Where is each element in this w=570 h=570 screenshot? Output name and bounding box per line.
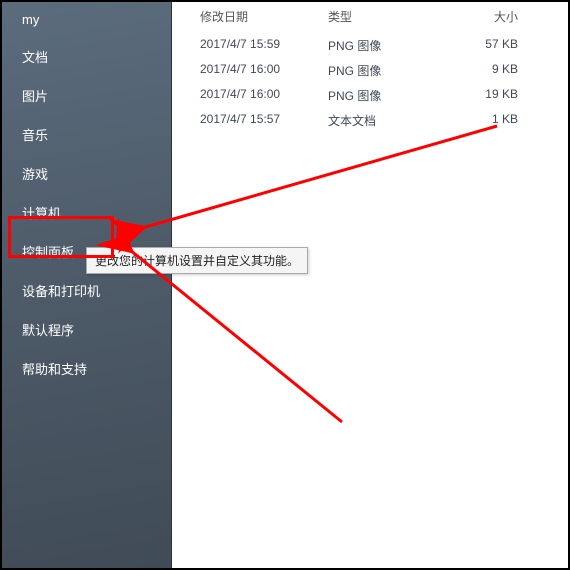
sidebar-item-games[interactable]: 游戏 [2, 154, 171, 193]
file-date: 2017/4/7 15:57 [200, 112, 328, 129]
sidebar-item-my[interactable]: my [2, 2, 171, 37]
file-row[interactable]: 2017/4/7 15:59PNG 图像57 KB [172, 33, 568, 58]
file-row[interactable]: 2017/4/7 16:00PNG 图像9 KB [172, 58, 568, 83]
file-date: 2017/4/7 16:00 [200, 87, 328, 104]
column-header-size[interactable]: 大小 [434, 8, 524, 25]
file-date: 2017/4/7 15:59 [200, 37, 328, 54]
column-header-date[interactable]: 修改日期 [200, 8, 328, 25]
sidebar-item-label: 音乐 [22, 128, 48, 143]
sidebar-item-help-support[interactable]: 帮助和支持 [2, 349, 171, 388]
file-type: PNG 图像 [328, 87, 434, 104]
sidebar-item-label: 文档 [22, 50, 48, 65]
file-type: PNG 图像 [328, 37, 434, 54]
sidebar-item-label: 图片 [22, 89, 48, 104]
sidebar-item-pictures[interactable]: 图片 [2, 76, 171, 115]
sidebar-item-label: 帮助和支持 [22, 362, 87, 377]
tooltip: 更改您的计算机设置并自定义其功能。 [86, 247, 308, 274]
sidebar-item-label: 默认程序 [22, 323, 74, 338]
file-size: 19 KB [434, 87, 524, 104]
sidebar-item-devices-printers[interactable]: 设备和打印机 [2, 271, 171, 310]
sidebar-item-default-programs[interactable]: 默认程序 [2, 310, 171, 349]
sidebar-item-label: 控制面板 [22, 245, 74, 260]
window-frame: my 文档 图片 音乐 游戏 计算机 控制面板 设备和打印机 默认程序 帮助和支… [0, 0, 570, 570]
file-size: 1 KB [434, 112, 524, 129]
sidebar-item-music[interactable]: 音乐 [2, 115, 171, 154]
file-size: 9 KB [434, 62, 524, 79]
sidebar-item-computer[interactable]: 计算机 [2, 193, 171, 232]
column-header-type[interactable]: 类型 [328, 8, 434, 25]
file-row[interactable]: 2017/4/7 15:57文本文档1 KB [172, 108, 568, 133]
sidebar-item-label: 计算机 [22, 206, 61, 221]
start-menu-sidebar: my 文档 图片 音乐 游戏 计算机 控制面板 设备和打印机 默认程序 帮助和支… [2, 2, 172, 568]
sidebar-item-label: 游戏 [22, 167, 48, 182]
column-header-row: 修改日期 类型 大小 [172, 2, 568, 33]
file-list-pane: 修改日期 类型 大小 2017/4/7 15:59PNG 图像57 KB2017… [172, 2, 568, 568]
file-row[interactable]: 2017/4/7 16:00PNG 图像19 KB [172, 83, 568, 108]
sidebar-item-label: 设备和打印机 [22, 284, 100, 299]
file-size: 57 KB [434, 37, 524, 54]
sidebar-item-label: my [22, 12, 39, 27]
sidebar-item-documents[interactable]: 文档 [2, 37, 171, 76]
file-type: 文本文档 [328, 112, 434, 129]
file-type: PNG 图像 [328, 62, 434, 79]
file-date: 2017/4/7 16:00 [200, 62, 328, 79]
